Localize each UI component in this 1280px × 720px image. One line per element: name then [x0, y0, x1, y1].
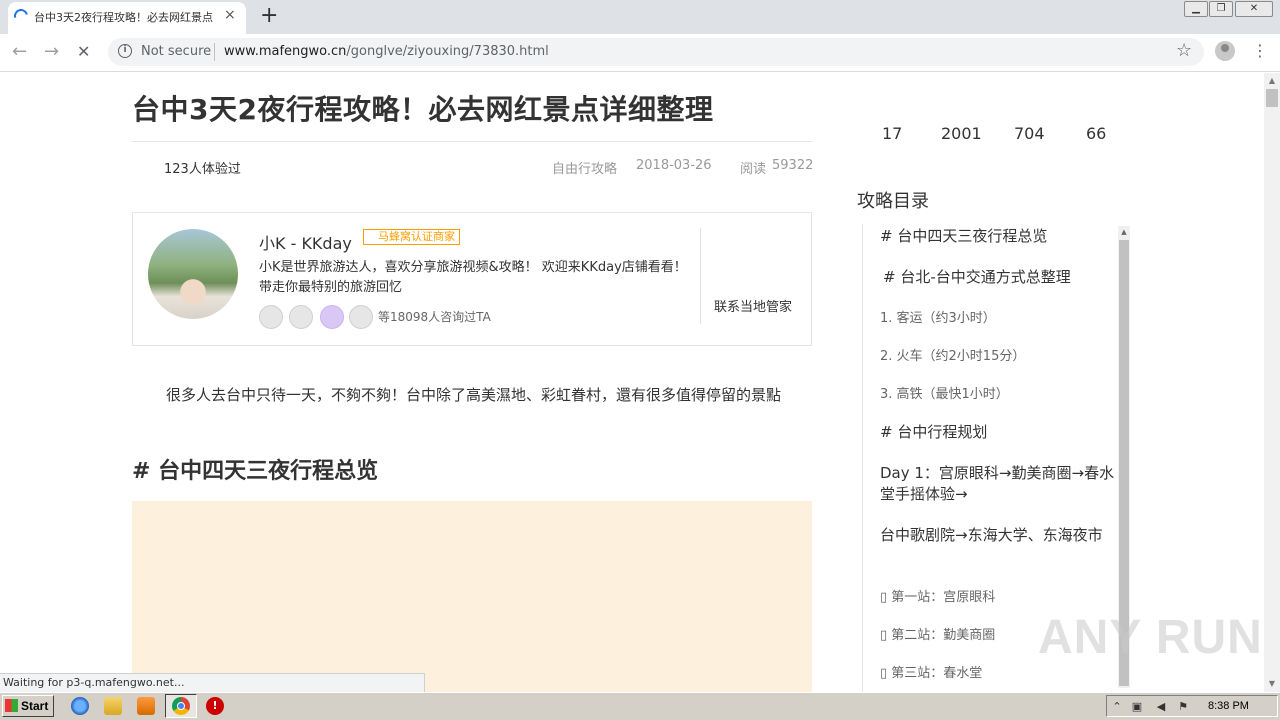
windows-logo-icon [5, 699, 18, 712]
opera-icon[interactable]: ! [206, 697, 224, 715]
window-minimize-button[interactable]: ▁ [1184, 1, 1208, 17]
stop-loading-icon[interactable]: ✕ [77, 40, 90, 64]
toc-item[interactable]: # 台北-台中交通方式总整理 [883, 267, 1119, 288]
author-name[interactable]: 小K - KKday [259, 230, 352, 254]
visitor-avatar[interactable] [320, 305, 344, 329]
status-bubble: Waiting for p3-q.mafengwo.net... [0, 673, 425, 693]
stat-value: 17 [882, 124, 903, 143]
scroll-up-icon[interactable]: ▲ [1264, 73, 1280, 89]
page-scroll-thumb[interactable] [1266, 89, 1278, 107]
page-scrollbar[interactable] [1264, 73, 1280, 692]
url-separator [214, 43, 215, 61]
toc-item[interactable]: 3. 高铁（最快1小时） [880, 383, 1116, 402]
article-date: 2018-03-26 [636, 158, 712, 173]
title-divider [132, 141, 812, 142]
toc-item[interactable]: Day 1：宫原眼科→勤美商圈→春水堂手摇体验→ [880, 463, 1116, 505]
url-domain: www.mafengwo.cn [224, 44, 347, 59]
clock[interactable]: 8:38 PM [1208, 700, 1249, 712]
bookmark-star-icon[interactable]: ☆ [1176, 40, 1192, 61]
scroll-down-icon[interactable]: ▼ [1264, 676, 1280, 692]
toc-item[interactable]: 台中歌剧院→东海大学、东海夜市 [880, 525, 1116, 546]
toc-divider [862, 224, 863, 694]
security-label[interactable]: Not secure [141, 44, 211, 59]
tab-title: 台中3天2夜行程攻略！必去网红景点 [34, 11, 213, 24]
window-restore-button[interactable]: ❐ [1209, 1, 1233, 17]
back-arrow-icon[interactable]: ← [12, 40, 27, 64]
article-image-placeholder [132, 501, 812, 701]
info-icon[interactable]: i [118, 44, 132, 58]
action-center-flag-icon[interactable]: ⚑ [1176, 700, 1190, 714]
toc-item[interactable]: ▯ 第一站：宫原眼科 [880, 586, 1116, 605]
verified-count: 123人体验过 [164, 162, 241, 177]
section-heading: # 台中四天三夜行程总览 [132, 459, 379, 484]
tab-close-button[interactable]: × [224, 7, 236, 23]
more-vert-icon[interactable]: ⋮ [1252, 42, 1268, 60]
author-bio: 小K是世界旅游达人，喜欢分享旅游视频&攻略！ 欢迎来KKday店铺看看！带走你最… [259, 260, 687, 295]
stat-value: 66 [1086, 124, 1107, 143]
views-count: 59322 [772, 158, 814, 173]
toc-item[interactable]: # 台中四天三夜行程总览 [880, 226, 1116, 247]
visitor-avatar[interactable] [289, 305, 313, 329]
anyrun-watermark: ANY RUN [1038, 611, 1263, 664]
internet-explorer-icon[interactable] [71, 697, 89, 715]
article-category-link[interactable]: 自由行攻略 [552, 158, 617, 177]
profile-icon[interactable] [1215, 41, 1235, 61]
toc-item[interactable]: # 台中行程规划 [880, 422, 1116, 443]
toc-title: 攻略目录 [857, 191, 929, 212]
consult-count: 等18098人咨询过TA [378, 310, 491, 324]
folder-icon[interactable] [104, 697, 122, 715]
visitor-avatar[interactable] [349, 305, 373, 329]
card-divider [700, 228, 701, 324]
stat-value: 2001 [941, 124, 982, 143]
url-path: /gonglve/ziyouxing/73830.html [346, 44, 549, 59]
volume-icon[interactable]: ◀ [1154, 700, 1168, 714]
toc-scroll-up-icon[interactable]: ▲ [1118, 226, 1130, 238]
window-close-button[interactable]: ✕ [1235, 1, 1273, 17]
author-avatar[interactable] [148, 229, 238, 319]
tray-expand-icon[interactable]: ⌃ [1110, 700, 1124, 714]
toc-item[interactable]: 2. 火车（约2小时15分） [880, 345, 1116, 364]
forward-arrow-icon[interactable]: → [44, 40, 59, 64]
merchant-badge: 马蜂窝认证商家 [363, 229, 460, 245]
chrome-icon-center [177, 702, 185, 710]
url-text[interactable]: www.mafengwo.cn/gonglve/ziyouxing/73830.… [224, 44, 549, 59]
stat-value: 704 [1014, 124, 1045, 143]
network-icon[interactable]: ▣ [1130, 700, 1144, 714]
article-title: 台中3天2夜行程攻略！必去网红景点详细整理 [132, 93, 714, 126]
media-player-icon[interactable] [137, 697, 155, 715]
views-label: 阅读 [740, 162, 767, 177]
new-tab-button[interactable]: + [260, 4, 278, 28]
contact-manager-button[interactable]: 联系当地管家 [714, 296, 792, 315]
toc-item[interactable]: 1. 客运（约3小时） [880, 307, 1116, 326]
visitor-avatar[interactable] [259, 305, 283, 329]
article-intro: 很多人去台中只待一天，不夠不夠！台中除了高美濕地、彩虹眷村，還有很多值得停留的景… [166, 386, 782, 404]
